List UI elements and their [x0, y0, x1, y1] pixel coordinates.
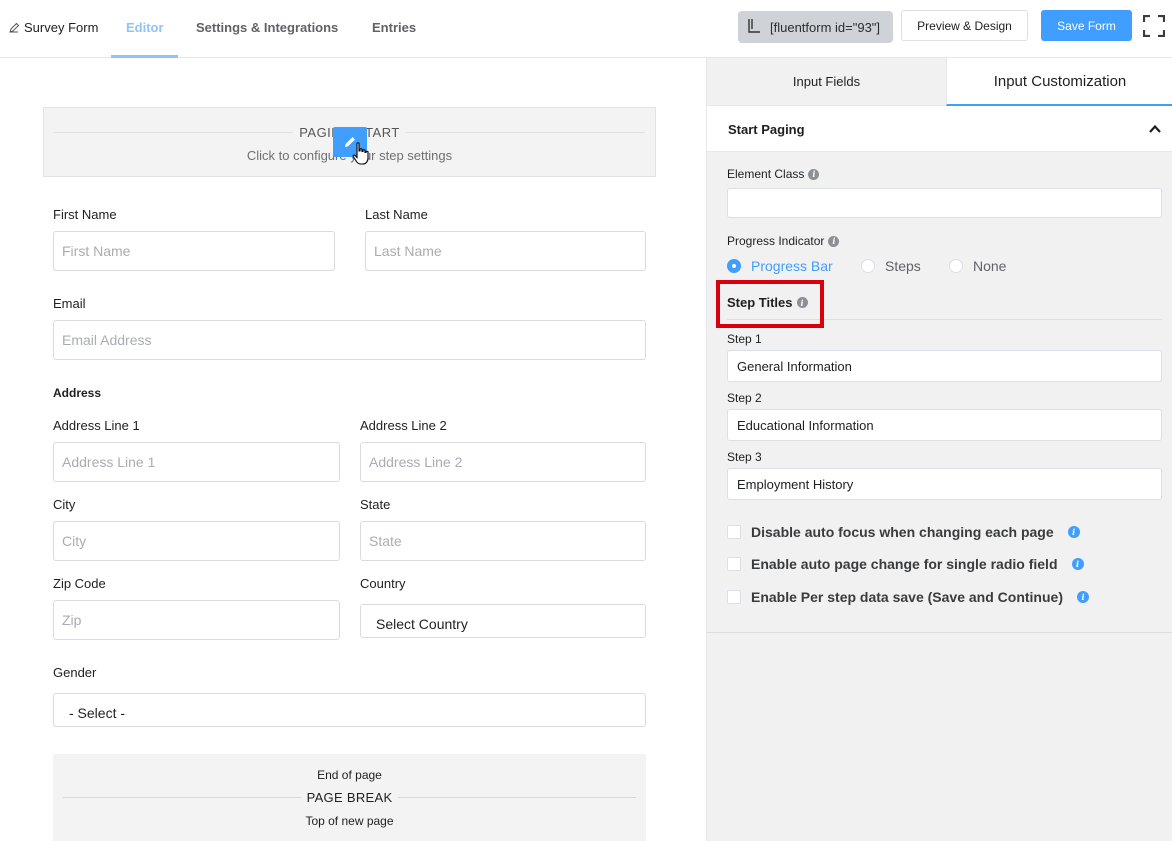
tab-input-fields[interactable]: Input Fields [707, 58, 946, 106]
tab-input-customization[interactable]: Input Customization [946, 58, 1172, 106]
country-label: Country [360, 576, 406, 591]
checkbox-box [727, 557, 741, 571]
form-name-label: Survey Form [24, 20, 99, 35]
tab-editor[interactable]: Editor [126, 20, 164, 35]
address-line-1-label: Address Line 1 [53, 418, 140, 433]
checkbox-auto-page-change[interactable]: Enable auto page change for single radio… [727, 556, 1084, 572]
info-icon[interactable]: i [1067, 526, 1080, 538]
radio-circle [861, 259, 875, 273]
gender-select[interactable]: - Select - [53, 693, 646, 727]
address-line-2-label: Address Line 2 [360, 418, 447, 433]
save-form-button[interactable]: Save Form [1041, 10, 1132, 41]
step-2-label: Step 2 [727, 391, 762, 405]
checkbox-label: Enable Per step data save (Save and Cont… [751, 589, 1063, 605]
radio-none[interactable]: None [949, 258, 1006, 274]
progress-indicator-label: Progress Indicator i [727, 234, 840, 248]
radio-progress-bar[interactable]: Progress Bar [727, 258, 833, 274]
last-name-label: Last Name [365, 207, 428, 222]
last-name-input[interactable]: Last Name [365, 231, 646, 271]
start-paging-section-header[interactable]: Start Paging [707, 106, 1172, 152]
info-icon[interactable]: i [1077, 591, 1089, 603]
address-heading: Address [53, 386, 102, 400]
checkbox-label: Enable auto page change for single radio… [751, 556, 1058, 572]
page-break-start-text: Top of new page [305, 814, 394, 828]
radio-steps[interactable]: Steps [861, 258, 921, 274]
settings-sidebar: Input Fields Input Customization Start P… [706, 58, 1172, 841]
copy-icon [748, 19, 760, 33]
email-input[interactable]: Email Address [53, 320, 646, 360]
first-name-label: First Name [53, 207, 117, 222]
checkbox-label: Disable auto focus when changing each pa… [751, 524, 1054, 540]
state-input[interactable]: State [360, 521, 646, 561]
checkbox-box [727, 590, 741, 604]
info-icon[interactable]: i [1071, 558, 1084, 570]
email-label: Email [53, 296, 86, 311]
radio-label: None [973, 258, 1007, 274]
shortcode-text: [fluentform id="93"] [770, 19, 881, 35]
tab-settings-integrations[interactable]: Settings & Integrations [196, 20, 338, 35]
top-bar: Survey Form Editor Settings & Integratio… [0, 0, 1172, 58]
form-editor-canvas: PAGING START Click to configure your ste… [0, 58, 706, 841]
step-titles-highlight-box [716, 280, 824, 328]
checkbox-box [727, 525, 741, 539]
first-name-input[interactable]: First Name [53, 231, 335, 271]
address-line-2-input[interactable]: Address Line 2 [360, 442, 646, 482]
gender-label: Gender [53, 665, 97, 680]
radio-label: Steps [885, 258, 921, 274]
progress-indicator-label-text: Progress Indicator [727, 234, 825, 248]
radio-circle [949, 259, 963, 273]
hand-cursor-icon [352, 142, 369, 165]
step-3-input[interactable]: Employment History [727, 468, 1162, 500]
page-break-title: PAGE BREAK [300, 790, 399, 805]
step-2-input[interactable]: Educational Information [727, 409, 1162, 441]
chevron-up-icon[interactable] [1148, 122, 1162, 136]
step-3-label: Step 3 [727, 450, 762, 464]
step-1-input[interactable]: General Information [727, 350, 1162, 382]
element-class-label: Element Class i [727, 167, 820, 181]
info-icon[interactable]: i [808, 168, 820, 180]
checkbox-disable-auto-focus[interactable]: Disable auto focus when changing each pa… [727, 524, 1080, 540]
zip-code-input[interactable]: Zip [53, 600, 340, 640]
city-input[interactable]: City [53, 521, 340, 561]
pencil-icon [9, 22, 20, 33]
form-name[interactable]: Survey Form [8, 20, 98, 35]
state-label: State [360, 497, 391, 512]
info-icon[interactable]: i [828, 235, 840, 247]
address-line-1-input[interactable]: Address Line 1 [53, 442, 340, 482]
radio-circle [727, 259, 741, 273]
element-class-input[interactable] [727, 188, 1162, 218]
city-label: City [53, 497, 76, 512]
preview-design-button[interactable]: Preview & Design [901, 10, 1028, 41]
fullscreen-icon[interactable] [1143, 15, 1165, 37]
step-1-label: Step 1 [727, 332, 762, 346]
page-break-end-text: End of page [317, 768, 382, 782]
radio-label: Progress Bar [751, 258, 833, 274]
zip-code-label: Zip Code [53, 576, 106, 591]
element-class-label-text: Element Class [727, 167, 805, 181]
checkbox-per-step-save[interactable]: Enable Per step data save (Save and Cont… [727, 589, 1089, 605]
start-paging-panel: Element Class i Progress Indicator i Pro… [707, 152, 1172, 633]
shortcode-copy[interactable]: [fluentform id="93"] [738, 11, 893, 43]
section-title: Start Paging [728, 122, 805, 137]
tab-entries[interactable]: Entries [372, 20, 416, 35]
country-select[interactable]: Select Country [360, 604, 646, 638]
page-break-block[interactable]: End of page PAGE BREAK Top of new page [53, 754, 646, 841]
